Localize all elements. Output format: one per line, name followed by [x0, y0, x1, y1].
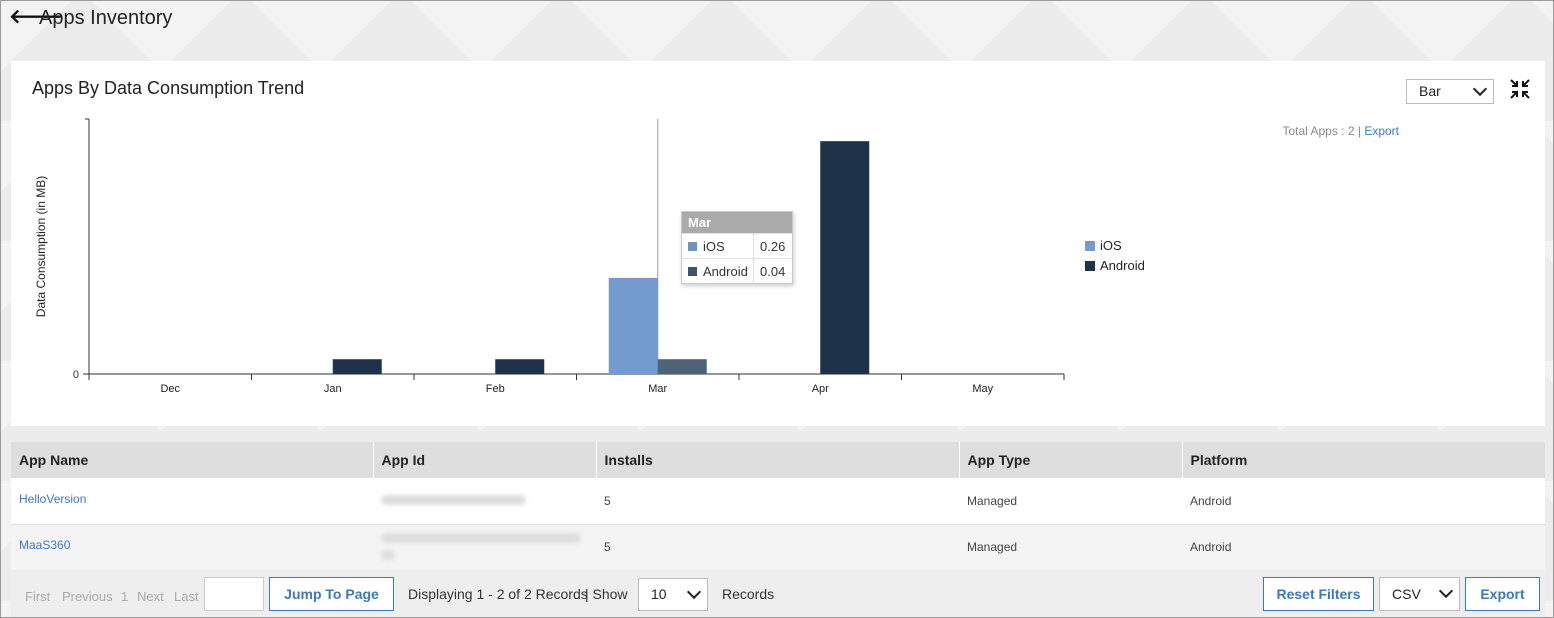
column-header-installs[interactable]: Installs [595, 442, 959, 478]
export-format-select[interactable]: CSV [1379, 577, 1460, 611]
bar-ios-mar [608, 277, 658, 374]
table-row: MaaS360 5 Managed Android [11, 524, 1545, 570]
bar-android-feb [495, 359, 545, 374]
next-page-link[interactable]: Next [137, 589, 164, 604]
column-header-app-type[interactable]: App Type [958, 442, 1182, 478]
x-tick-label: Feb [486, 383, 505, 395]
legend-item-android[interactable]: Android [1085, 256, 1145, 276]
jump-to-page-button[interactable]: Jump To Page [269, 577, 394, 611]
tooltip-value-ios: 0.26 [760, 239, 786, 254]
x-tick-label: Apr [812, 383, 829, 395]
column-header-platform[interactable]: Platform [1181, 442, 1545, 478]
platform-cell: Android [1182, 478, 1545, 525]
x-tick-label: Mar [648, 383, 667, 395]
tooltip-swatch-ios [688, 242, 697, 251]
apps-table: App Name App Id Installs App Type Platfo… [11, 442, 1545, 570]
x-tick-label: Dec [160, 383, 180, 395]
tooltip-name-android: Android [703, 264, 748, 279]
x-tick-label: Jan [324, 383, 342, 395]
page-title: Apps Inventory [39, 7, 173, 29]
x-tick-label: May [972, 383, 993, 395]
total-apps-label: Total Apps : 2 | [1282, 124, 1361, 138]
page-size-select[interactable]: 10 [638, 578, 708, 611]
collapse-icon[interactable] [1508, 77, 1532, 101]
tooltip-row-android: Android 0.04 [682, 258, 792, 283]
installs-cell: 5 [596, 524, 959, 570]
jump-page-input[interactable] [204, 577, 264, 611]
app-id-redacted [381, 494, 526, 505]
last-page-link[interactable]: Last [174, 589, 199, 604]
legend-label-ios: iOS [1100, 238, 1122, 253]
chevron-down-icon [686, 584, 702, 599]
table-header-row: App Name App Id Installs App Type Platfo… [11, 442, 1545, 478]
export-format-value: CSV [1392, 586, 1421, 602]
legend-item-ios[interactable]: iOS [1085, 236, 1145, 256]
tooltip-row-ios: iOS 0.26 [682, 233, 792, 258]
column-header-app-name[interactable]: App Name [11, 442, 373, 478]
chart-panel: Apps By Data Consumption Trend Bar Total… [11, 61, 1545, 426]
chart-export-link[interactable]: Export [1364, 124, 1399, 138]
back-arrow-icon[interactable]: 🡐 [9, 6, 63, 26]
export-button[interactable]: Export [1465, 577, 1540, 611]
chevron-down-icon [1472, 81, 1488, 96]
chart-type-select[interactable]: Bar [1406, 79, 1494, 104]
tooltip-value-android: 0.04 [760, 264, 786, 279]
records-summary: Displaying 1 - 2 of 2 Records [408, 586, 588, 602]
chart-type-value: Bar [1419, 83, 1441, 99]
current-page-number[interactable]: 1 [121, 589, 128, 604]
tooltip-name-ios: iOS [703, 239, 725, 254]
bar-chart: 0 Data Consumption (in MB) Dec Jan Feb Mar Apr… [34, 118, 1065, 395]
y-tick-label: 0 [73, 369, 79, 381]
chart-legend: iOS Android [1085, 236, 1145, 276]
page-size-value: 10 [651, 586, 667, 602]
app-id-redacted [381, 532, 581, 543]
reset-filters-button[interactable]: Reset Filters [1263, 577, 1374, 611]
chart-tooltip: Mar iOS 0.26 Android 0.04 [681, 211, 793, 284]
page-header: 🡐 Apps Inventory [1, 1, 1553, 59]
records-label: Records [722, 586, 775, 602]
platform-cell: Android [1182, 524, 1545, 570]
table-row: HelloVersion 5 Managed Android [11, 478, 1545, 525]
pagination-bar: First Previous 1 Next Last Jump To Page … [11, 571, 1545, 617]
app-type-cell: Managed [959, 524, 1182, 570]
app-name-link[interactable]: HelloVersion [19, 492, 86, 506]
show-label: | Show [585, 586, 628, 602]
legend-label-android: Android [1100, 258, 1145, 273]
bar-android-apr [820, 141, 870, 374]
app-window: 🡐 Apps Inventory Apps By Data Consumptio… [0, 0, 1554, 618]
legend-swatch-ios [1085, 241, 1095, 251]
tooltip-title: Mar [682, 212, 792, 233]
tooltip-swatch-android [688, 267, 697, 276]
app-name-link[interactable]: MaaS360 [19, 538, 70, 552]
first-page-link[interactable]: First [25, 589, 50, 604]
previous-page-link[interactable]: Previous [62, 589, 113, 604]
column-header-app-id[interactable]: App Id [372, 442, 596, 478]
installs-cell: 5 [596, 478, 959, 525]
total-apps-info: Total Apps : 2 | Export [1282, 124, 1399, 138]
legend-swatch-android [1085, 261, 1095, 271]
y-axis-label: Data Consumption (in MB) [34, 176, 48, 317]
chevron-down-icon [1438, 583, 1454, 599]
bar-android-mar [657, 359, 707, 374]
app-type-cell: Managed [959, 478, 1182, 525]
bar-android-jan [332, 359, 382, 374]
